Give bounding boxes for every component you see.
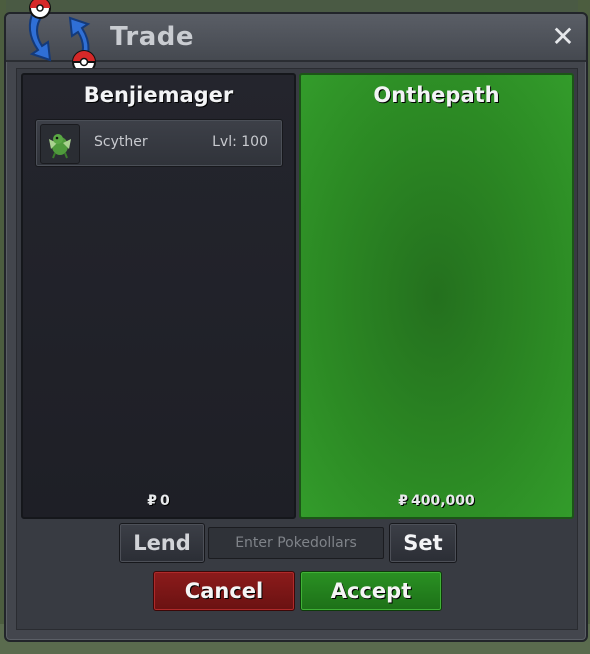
window-title: Trade <box>110 22 194 52</box>
pokedollar-icon: ₽ <box>147 493 157 509</box>
set-money-button[interactable]: Set <box>389 523 457 563</box>
pokemon-level: Lvl: 100 <box>212 134 268 150</box>
partner-money-value: 400,000 <box>410 493 475 509</box>
my-player-name: Benjiemager <box>83 83 234 107</box>
accept-button[interactable]: Accept <box>300 571 442 611</box>
money-controls: Lend Set <box>17 521 577 565</box>
partner-offer-panel: Onthepath ₽400,000 <box>299 73 574 519</box>
partner-player-name: Onthepath <box>373 83 500 107</box>
pokedollar-icon: ₽ <box>398 493 408 509</box>
trade-window: Trade ✕ Benjiemager Scyther Lvl: 100 ₽ 0… <box>4 0 588 642</box>
pokemon-slot <box>40 124 80 164</box>
trade-actions: Cancel Accept <box>17 569 577 613</box>
my-money-offer: ₽0 <box>23 493 294 509</box>
pokemon-name: Scyther <box>94 134 148 150</box>
my-money-value: 0 <box>160 493 170 509</box>
pokedollars-input[interactable] <box>208 527 384 559</box>
trade-panels-area: Benjiemager Scyther Lvl: 100 ₽0 Onthepat… <box>16 68 578 630</box>
close-icon[interactable]: ✕ <box>548 22 578 52</box>
offered-pokemon-item[interactable]: Scyther Lvl: 100 <box>35 119 283 167</box>
cancel-button[interactable]: Cancel <box>153 571 295 611</box>
partner-money-offer: ₽400,000 <box>301 493 572 509</box>
my-offer-panel: Benjiemager Scyther Lvl: 100 ₽0 <box>21 73 296 519</box>
lend-button[interactable]: Lend <box>119 523 205 563</box>
scyther-sprite-icon <box>49 134 71 159</box>
